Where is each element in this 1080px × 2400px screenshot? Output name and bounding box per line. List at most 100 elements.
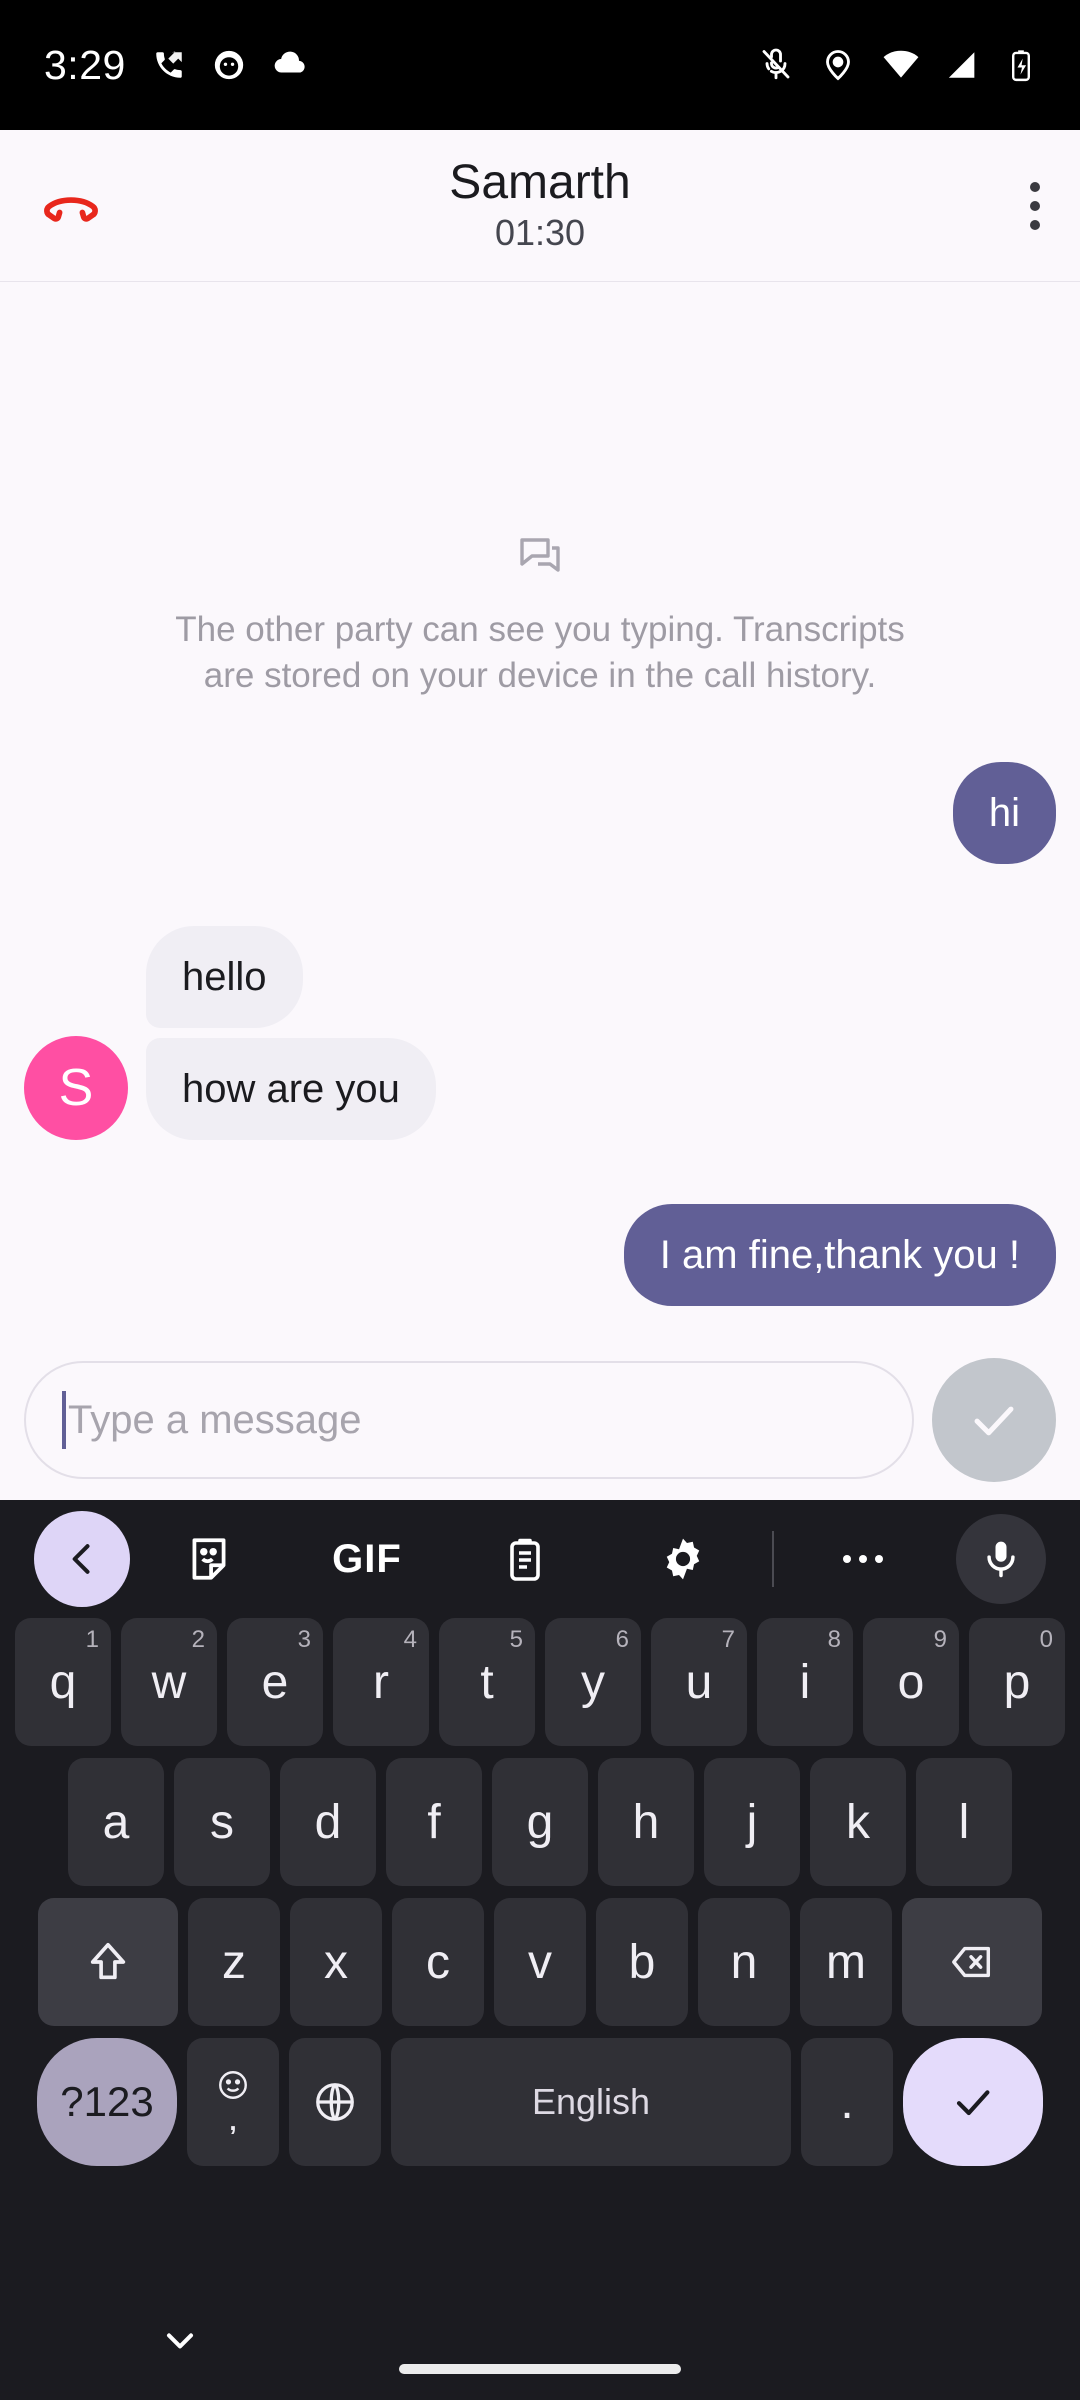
message-bubble[interactable]: hello [146, 926, 303, 1028]
call-app-bar: Samarth 01:30 [0, 130, 1080, 282]
language-switch-key[interactable] [289, 2038, 381, 2166]
voice-input-button[interactable] [956, 1514, 1046, 1604]
key-d[interactable]: d [280, 1758, 376, 1886]
space-key[interactable]: English [391, 2038, 791, 2166]
message-row-incoming: S hello how are you [24, 926, 1056, 1140]
symbols-key[interactable]: ?123 [37, 2038, 177, 2166]
backspace-key[interactable] [902, 1898, 1042, 2026]
status-bar-right [758, 46, 1036, 84]
empty-state: The other party can see you typing. Tran… [0, 532, 1080, 699]
comma-label: , [229, 2105, 237, 2136]
keyboard-settings-button[interactable] [604, 1534, 762, 1584]
key-b[interactable]: b [596, 1898, 688, 2026]
key-e[interactable]: 3e [227, 1618, 323, 1746]
key-o[interactable]: 9o [863, 1618, 959, 1746]
shift-key[interactable] [38, 1898, 178, 2026]
clipboard-button[interactable] [446, 1535, 604, 1583]
key-i[interactable]: 8i [757, 1618, 853, 1746]
empty-state-text: The other party can see you typing. Tran… [175, 610, 905, 696]
incoming-bubble-stack: hello how are you [146, 926, 436, 1140]
key-label: t [480, 1655, 494, 1709]
key-label: r [373, 1655, 389, 1709]
end-call-icon [44, 196, 98, 222]
overflow-menu-button[interactable] [950, 181, 1040, 230]
key-label: y [581, 1655, 605, 1709]
key-w[interactable]: 2w [121, 1618, 217, 1746]
key-superscript: 4 [403, 1626, 417, 1653]
home-gesture-bar[interactable] [399, 2364, 681, 2374]
more-options-button[interactable] [784, 1549, 942, 1569]
period-key[interactable]: . [801, 2038, 893, 2166]
message-row-outgoing: hi [24, 762, 1056, 864]
enter-key[interactable] [903, 2038, 1043, 2166]
key-u[interactable]: 7u [651, 1618, 747, 1746]
key-a[interactable]: a [68, 1758, 164, 1886]
key-label: w [151, 1655, 187, 1709]
status-bar-clock: 3:29 [44, 41, 126, 88]
globe-icon [316, 2083, 354, 2121]
key-r[interactable]: 4r [333, 1618, 429, 1746]
avatar: S [24, 1036, 128, 1140]
keyboard-row-2: asdfghjkl [0, 1758, 1080, 1886]
key-x[interactable]: x [290, 1898, 382, 2026]
key-label: e [261, 1655, 289, 1709]
checkmark-icon [956, 2090, 990, 2116]
composer-bar: Type a message [0, 1340, 1080, 1500]
key-m[interactable]: m [800, 1898, 892, 2026]
location-icon [820, 47, 856, 83]
gif-label: GIF [332, 1536, 402, 1581]
key-label: p [1003, 1655, 1031, 1709]
message-bubble[interactable]: how are you [146, 1038, 436, 1140]
microphone-icon [987, 1541, 1015, 1578]
battery-charging-icon [1006, 48, 1036, 82]
message-bubble[interactable]: hi [952, 762, 1056, 864]
wifi-icon [882, 46, 920, 84]
key-f[interactable]: f [386, 1758, 482, 1886]
on-screen-keyboard: GIF 1q2w3e4r5t6y7u8i9o0p asdfghjkl z x c… [0, 1500, 1080, 2400]
system-nav-bar [0, 2292, 1080, 2400]
sticker-button[interactable] [130, 1534, 288, 1584]
key-k[interactable]: k [810, 1758, 906, 1886]
key-z[interactable]: z [188, 1898, 280, 2026]
key-label: q [49, 1655, 77, 1709]
key-s[interactable]: s [174, 1758, 270, 1886]
message-input[interactable]: Type a message [24, 1361, 914, 1479]
message-input-placeholder: Type a message [68, 1397, 362, 1442]
checkmark-icon [974, 1406, 1014, 1436]
key-t[interactable]: 5t [439, 1618, 535, 1746]
key-p[interactable]: 0p [969, 1618, 1065, 1746]
key-l[interactable]: l [916, 1758, 1012, 1886]
key-h[interactable]: h [598, 1758, 694, 1886]
mic-off-icon [758, 47, 794, 83]
key-j[interactable]: j [704, 1758, 800, 1886]
key-label: i [799, 1655, 811, 1709]
gif-button[interactable]: GIF [288, 1537, 446, 1582]
call-title-block: Samarth 01:30 [130, 155, 950, 255]
send-button[interactable] [932, 1358, 1056, 1482]
chat-transcript-area[interactable]: The other party can see you typing. Tran… [0, 282, 1080, 1504]
key-superscript: 0 [1039, 1626, 1053, 1653]
end-call-button[interactable] [40, 175, 130, 237]
hide-keyboard-button[interactable] [158, 2318, 202, 2367]
key-n[interactable]: n [698, 1898, 790, 2026]
key-g[interactable]: g [492, 1758, 588, 1886]
message-bubble[interactable]: I am fine,thank you ! [623, 1204, 1056, 1306]
shift-arrow-icon [90, 1942, 126, 1980]
key-c[interactable]: c [392, 1898, 484, 2026]
cloud-icon [272, 47, 308, 83]
key-y[interactable]: 6y [545, 1618, 641, 1746]
key-superscript: 6 [615, 1626, 629, 1653]
chat-transcript-icon [516, 532, 564, 585]
backspace-icon [952, 1946, 991, 1978]
key-superscript: 2 [191, 1626, 205, 1653]
message-list: hi S hello how are you I am fine,thank y… [24, 762, 1056, 1316]
emoji-comma-key[interactable]: , [187, 2038, 279, 2166]
emoji-smiley-icon [219, 2070, 247, 2099]
key-q[interactable]: 1q [15, 1618, 111, 1746]
page-title: Samarth [449, 155, 631, 209]
text-cursor [62, 1391, 66, 1449]
sticker-icon [192, 1538, 226, 1580]
keyboard-back-button[interactable] [34, 1511, 130, 1607]
key-v[interactable]: v [494, 1898, 586, 2026]
keyboard-row-3: z x c v b n m [0, 1898, 1080, 2026]
